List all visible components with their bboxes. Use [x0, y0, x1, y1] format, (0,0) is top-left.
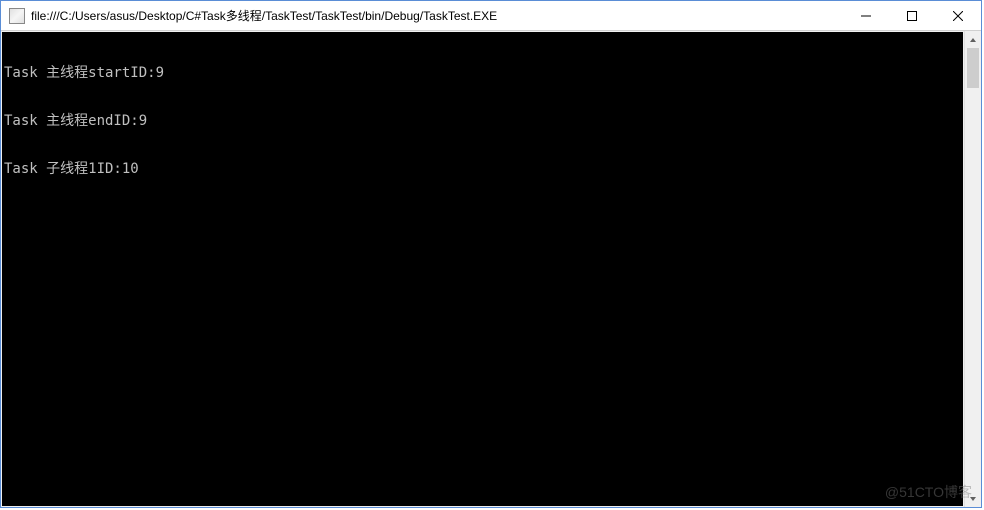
window-title: file:///C:/Users/asus/Desktop/C#Task多线程/… [31, 7, 843, 24]
chevron-down-icon [969, 495, 977, 503]
console-line: Task 子线程1ID:10 [4, 161, 961, 177]
maximize-button[interactable] [889, 1, 935, 30]
close-button[interactable] [935, 1, 981, 30]
chevron-up-icon [969, 36, 977, 44]
scroll-up-button[interactable] [965, 31, 981, 48]
close-icon [953, 11, 963, 21]
console-line: Task 主线程startID:9 [4, 65, 961, 81]
titlebar[interactable]: file:///C:/Users/asus/Desktop/C#Task多线程/… [1, 1, 981, 31]
vertical-scrollbar[interactable] [964, 31, 981, 507]
maximize-icon [907, 11, 917, 21]
minimize-button[interactable] [843, 1, 889, 30]
scroll-down-button[interactable] [965, 490, 981, 507]
client-area: Task 主线程startID:9 Task 主线程endID:9 Task 子… [1, 31, 981, 507]
application-window: file:///C:/Users/asus/Desktop/C#Task多线程/… [0, 0, 982, 508]
window-controls [843, 1, 981, 30]
scroll-track[interactable] [965, 48, 981, 490]
app-icon [9, 8, 25, 24]
scroll-thumb[interactable] [967, 48, 979, 88]
console-line: Task 主线程endID:9 [4, 113, 961, 129]
console-output[interactable]: Task 主线程startID:9 Task 主线程endID:9 Task 子… [2, 32, 963, 506]
minimize-icon [861, 11, 871, 21]
